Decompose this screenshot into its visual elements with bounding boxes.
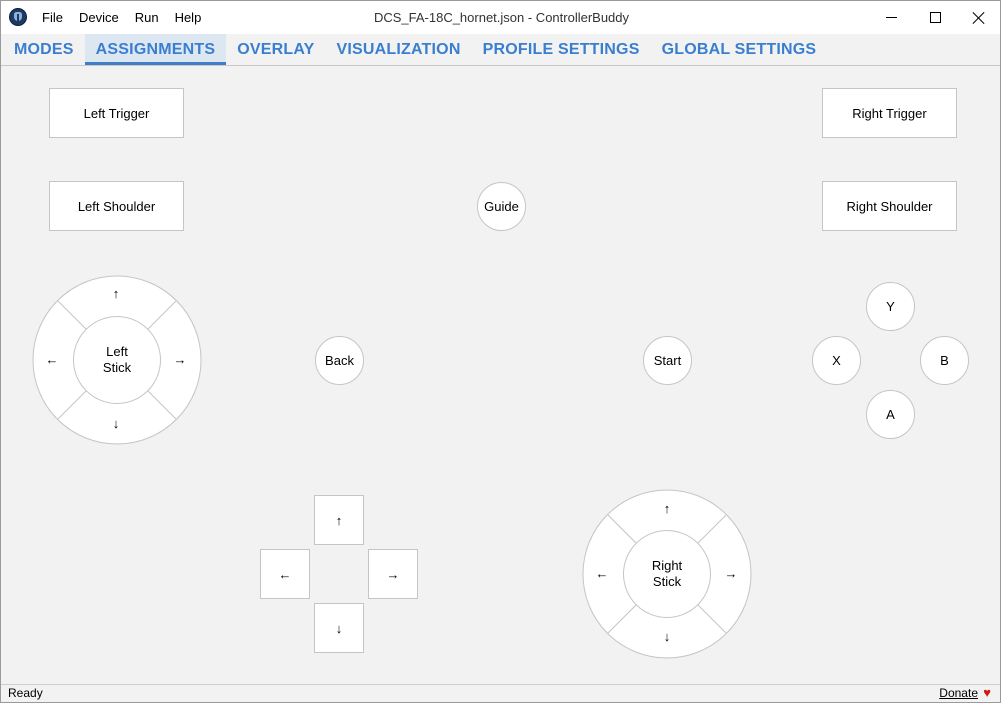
face-button-y[interactable]: Y xyxy=(866,282,915,331)
tab-overlay[interactable]: OVERLAY xyxy=(226,34,325,65)
left-stick-right[interactable]: → xyxy=(165,350,195,370)
maximize-button[interactable] xyxy=(913,1,957,34)
right-trigger-button[interactable]: Right Trigger xyxy=(822,88,957,138)
donate-link[interactable]: Donate xyxy=(939,686,978,700)
face-button-b[interactable]: B xyxy=(920,336,969,385)
guide-button[interactable]: Guide xyxy=(477,182,526,231)
left-stick-left[interactable]: ← xyxy=(37,350,67,370)
status-text: Ready xyxy=(8,686,43,700)
maximize-icon xyxy=(929,12,941,23)
close-button[interactable] xyxy=(957,1,1001,34)
tab-assignments[interactable]: ASSIGNMENTS xyxy=(84,34,227,65)
face-button-a[interactable]: A xyxy=(866,390,915,439)
close-icon xyxy=(972,11,986,25)
menu-file[interactable]: File xyxy=(34,1,71,34)
tab-bar: MODES ASSIGNMENTS OVERLAY VISUALIZATION … xyxy=(1,34,1000,66)
minimize-button[interactable] xyxy=(869,1,913,34)
left-stick-down[interactable]: ↓ xyxy=(101,414,131,434)
left-shoulder-button[interactable]: Left Shoulder xyxy=(49,181,184,231)
left-stick-press[interactable]: Left Stick xyxy=(73,316,161,404)
status-bar: Ready Donate ♥ xyxy=(1,684,1000,702)
menu-device[interactable]: Device xyxy=(71,1,127,34)
right-stick-down[interactable]: ↓ xyxy=(652,627,682,647)
right-stick: ↑ ↓ ← → Right Stick xyxy=(582,489,752,659)
menu-run[interactable]: Run xyxy=(127,1,167,34)
title-bar: File Device Run Help DCS_FA-18C_hornet.j… xyxy=(1,1,1000,34)
tab-profile-settings[interactable]: PROFILE SETTINGS xyxy=(472,34,651,65)
dpad-left-button[interactable]: ← xyxy=(260,549,310,599)
assignments-panel: Left Trigger Right Trigger Left Shoulder… xyxy=(1,67,1000,684)
right-stick-up[interactable]: ↑ xyxy=(652,499,682,519)
app-window: File Device Run Help DCS_FA-18C_hornet.j… xyxy=(0,0,1001,703)
tab-visualization[interactable]: VISUALIZATION xyxy=(326,34,472,65)
start-button[interactable]: Start xyxy=(643,336,692,385)
dpad-right-button[interactable]: → xyxy=(368,549,418,599)
heart-icon: ♥ xyxy=(983,685,991,700)
tab-global-settings[interactable]: GLOBAL SETTINGS xyxy=(651,34,828,65)
menu-bar: File Device Run Help xyxy=(34,1,209,34)
right-shoulder-button[interactable]: Right Shoulder xyxy=(822,181,957,231)
left-stick: ↑ ↓ ← → Left Stick xyxy=(32,275,202,445)
dpad-up-button[interactable]: ↑ xyxy=(314,495,364,545)
right-stick-press[interactable]: Right Stick xyxy=(623,530,711,618)
back-button[interactable]: Back xyxy=(315,336,364,385)
right-stick-right[interactable]: → xyxy=(716,564,746,584)
face-button-x[interactable]: X xyxy=(812,336,861,385)
right-stick-left[interactable]: ← xyxy=(587,564,617,584)
menu-help[interactable]: Help xyxy=(167,1,210,34)
left-trigger-button[interactable]: Left Trigger xyxy=(49,88,184,138)
left-stick-up[interactable]: ↑ xyxy=(101,284,131,304)
dpad-down-button[interactable]: ↓ xyxy=(314,603,364,653)
tab-modes[interactable]: MODES xyxy=(3,34,85,65)
minimize-icon xyxy=(885,17,897,18)
controller-icon xyxy=(9,8,27,26)
